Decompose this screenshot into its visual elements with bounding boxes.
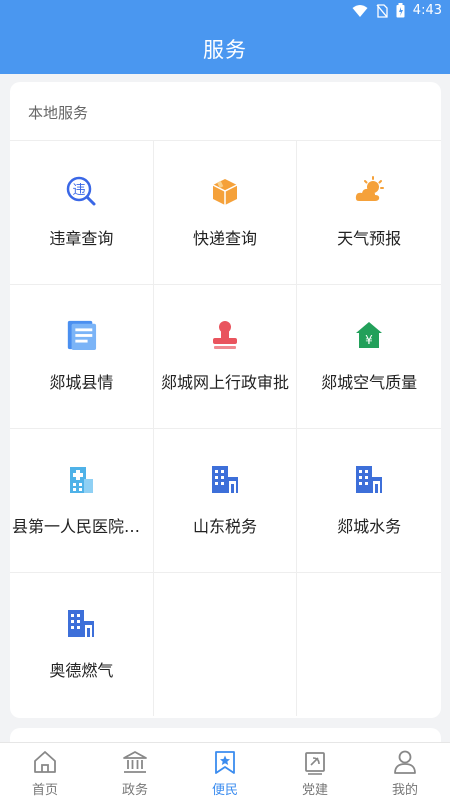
service-water-affairs[interactable]: 郯城水务 [297,429,441,572]
services-row: 奥德燃气 [10,572,441,716]
status-time: 4:43 [412,3,442,18]
service-package-search[interactable]: 快递查询 [154,141,298,284]
service-label: 郯城网上行政审批 [161,373,290,392]
services-row: 违 违章查询 快递查询 天气预报 [10,140,441,284]
service-label: 县第一人民医院出... [12,517,151,536]
service-label: 快递查询 [193,229,258,248]
svg-text:违: 违 [73,183,86,198]
violation-search-icon: 违 [65,175,97,207]
government-icon [123,751,147,773]
tab-profile[interactable]: 我的 [360,743,450,800]
services-row: 县第一人民医院出... 山东税务 郯城水务 [10,428,441,572]
weather-icon [353,175,385,207]
document-icon [65,319,97,351]
services-grid: 违 违章查询 快递查询 天气预报 郯城县情 郯城网上行政审批 ¥ 郯城空气质量 … [10,140,441,716]
empty-cell [154,573,298,716]
service-shandong-tax[interactable]: 山东税务 [154,429,298,572]
service-label: 郯城水务 [337,517,402,536]
page-title: 服务 [203,38,247,62]
tab-label: 便民 [211,783,238,798]
service-aode-gas[interactable]: 奥德燃气 [10,573,154,716]
service-online-approval[interactable]: 郯城网上行政审批 [154,285,298,428]
service-air-quality[interactable]: ¥ 郯城空气质量 [297,285,441,428]
service-hospital[interactable]: 县第一人民医院出... [10,429,154,572]
service-label: 郯城空气质量 [321,373,418,392]
wifi-icon [352,4,368,17]
building-icon [209,463,241,495]
tab-label: 党建 [301,783,328,798]
services-row: 郯城县情 郯城网上行政审批 ¥ 郯城空气质量 [10,284,441,428]
tab-label: 政务 [121,783,148,798]
tab-convenience[interactable]: 便民 [180,743,270,800]
stamp-icon [209,319,241,351]
party-flag-icon [305,752,325,775]
bottom-tab-bar: 首页 政务 便民 党建 我的 [0,742,450,800]
service-label: 天气预报 [337,229,402,248]
service-county-info[interactable]: 郯城县情 [10,285,154,428]
tab-party-building[interactable]: 党建 [270,743,360,800]
section-title: 本地服务 [28,104,89,122]
service-label: 奥德燃气 [49,661,114,680]
building-icon [65,607,97,639]
service-violation-search[interactable]: 违 违章查询 [10,141,154,284]
service-label: 郯城县情 [49,373,114,392]
service-label: 山东税务 [193,517,258,536]
bookmark-star-icon [215,751,235,774]
home-icon [34,751,56,773]
battery-icon [396,3,405,18]
app-bar: 服务 [0,24,450,74]
tab-label: 我的 [391,783,418,798]
service-weather[interactable]: 天气预报 [297,141,441,284]
house-yuan-icon: ¥ [353,319,385,351]
user-icon [394,750,416,774]
tab-label: 首页 [31,783,58,798]
no-sim-icon [376,3,388,18]
local-services-card: 本地服务 违 违章查询 快递查询 天气预报 郯城县情 郯城网上行政审批 ¥ 郯城… [10,82,441,718]
tab-home[interactable]: 首页 [0,743,90,800]
status-icons: 4:43 [352,3,442,18]
hospital-icon [65,463,97,495]
tab-government[interactable]: 政务 [90,743,180,800]
package-icon [209,175,241,207]
service-label: 违章查询 [49,229,114,248]
status-bar: 4:43 [0,0,450,24]
svg-text:¥: ¥ [365,333,373,347]
empty-cell [297,573,441,716]
building-icon [353,463,385,495]
